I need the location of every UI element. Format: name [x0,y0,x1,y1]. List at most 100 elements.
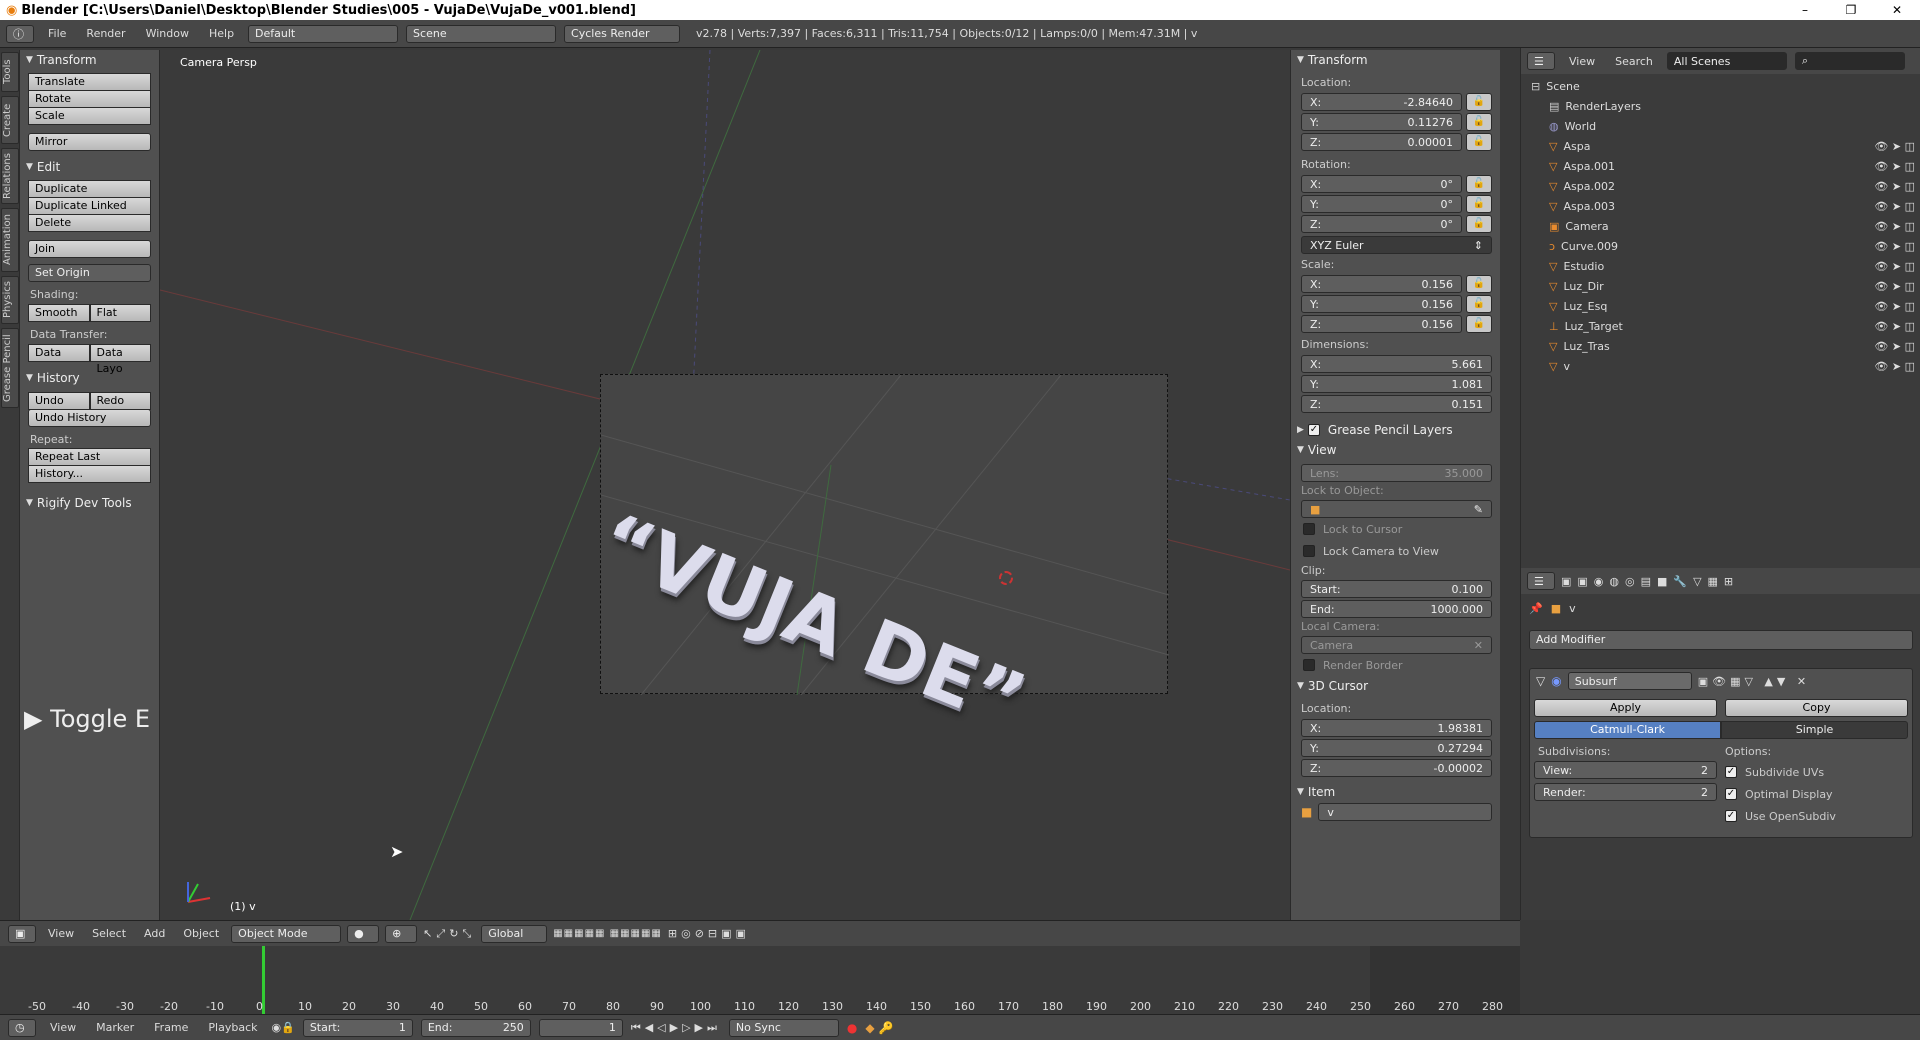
outliner-item-aspa-001[interactable]: ▽ Aspa.001 👁 ➤ ◫ [1521,156,1920,176]
visibility-icons[interactable]: 👁 ➤ ◫ [1874,300,1915,313]
view-subdivisions-field[interactable]: View: 2 [1534,761,1717,779]
editor-type-icon[interactable]: ⓘ [6,24,34,43]
location-z-field[interactable]: Z: 0.00001 [1301,133,1462,151]
duplicate-linked-button[interactable]: Duplicate Linked [28,197,151,215]
cursor-x-field[interactable]: X: 1.98381 [1301,719,1492,737]
outliner-item-renderlayers[interactable]: ▤ RenderLayers [1521,96,1920,116]
clip-start-field[interactable]: Start: 0.100 [1301,580,1492,598]
menu-render[interactable]: Render [80,27,131,40]
outliner-item-luz-dir[interactable]: ▽ Luz_Dir 👁 ➤ ◫ [1521,276,1920,296]
lock-icon[interactable]: 🔓 [1466,295,1492,313]
simple-button[interactable]: Simple [1721,721,1908,739]
outliner-item-luz-tras[interactable]: ▽ Luz_Tras 👁 ➤ ◫ [1521,336,1920,356]
dimensions-x-field[interactable]: X: 5.661 [1301,355,1492,373]
tab-physics[interactable]: Physics [1,276,19,324]
clear-icon[interactable]: ✕ [1474,639,1483,652]
cursor-y-field[interactable]: Y: 0.27294 [1301,739,1492,757]
redo-button[interactable]: Redo [89,392,151,410]
rotate-button[interactable]: Rotate [28,90,151,108]
undo-button[interactable]: Undo [28,392,90,410]
tab-relations[interactable]: Relations [1,148,19,204]
scene-selector[interactable]: Scene [406,24,557,43]
layer-buttons[interactable]: ▦▦▦▦▦ ▦▦▦▦▦ [553,928,662,939]
preview-range-icons[interactable]: ◉🔒 [272,1021,295,1034]
tab-create[interactable]: Create [1,96,19,144]
search-input[interactable]: ⌕ [1794,52,1905,70]
visibility-icons[interactable]: 👁 ➤ ◫ [1874,180,1915,193]
outliner-item-curve-009[interactable]: ↄ Curve.009 👁 ➤ ◫ [1521,236,1920,256]
menu-view[interactable]: View [42,927,80,940]
menu-search[interactable]: Search [1609,55,1659,68]
modifier-name-field[interactable]: Subsurf [1567,672,1692,690]
clip-end-field[interactable]: End: 1000.000 [1301,600,1492,618]
visibility-icons[interactable]: 👁 ➤ ◫ [1874,340,1915,353]
outliner-item-aspa[interactable]: ▽ Aspa 👁 ➤ ◫ [1521,136,1920,156]
outliner-item-camera[interactable]: ▣ Camera 👁 ➤ ◫ [1521,216,1920,236]
panel-rigify-header[interactable]: ▼ Rigify Dev Tools [20,493,159,513]
menu-view[interactable]: View [44,1021,82,1034]
undo-history-button[interactable]: Undo History [28,409,151,427]
end-frame-field[interactable]: End: 250 [420,1018,531,1037]
item-name-field[interactable]: v [1318,803,1492,821]
menu-select[interactable]: Select [86,927,132,940]
lock-to-cursor-checkbox[interactable]: Lock to Cursor [1291,518,1500,540]
tab-animation[interactable]: Animation [1,208,19,272]
current-frame-field[interactable]: 1 [538,1018,623,1037]
shading-dropdown[interactable]: ● [347,924,380,943]
timeline[interactable]: -50 -40 -30 -20 -10 0 10 20 30 40 50 60 … [0,946,1520,1014]
lock-icon[interactable]: 🔓 [1466,175,1492,193]
visibility-icons[interactable]: 👁 ➤ ◫ [1874,360,1915,373]
scale-y-field[interactable]: Y: 0.156 [1301,295,1462,313]
lock-icon[interactable]: 🔓 [1466,195,1492,213]
duplicate-button[interactable]: Duplicate [28,180,151,198]
translate-button[interactable]: Translate [28,73,151,91]
sync-dropdown[interactable]: No Sync [728,1018,839,1037]
rotation-mode-dropdown[interactable]: XYZ Euler ⇕ [1301,236,1492,254]
local-camera-field[interactable]: Camera ✕ [1301,636,1492,654]
panel-grease-pencil-header[interactable]: ▶ ✓ Grease Pencil Layers [1291,420,1500,440]
lock-camera-to-view-checkbox[interactable]: Lock Camera to View [1291,540,1500,562]
lock-icon[interactable]: 🔓 [1466,133,1492,151]
optimal-display-checkbox[interactable]: ✓ Optimal Display [1721,783,1908,805]
keying-icons[interactable]: ◆ 🔑 [865,1021,893,1035]
panel-item-header[interactable]: ▼ Item [1291,782,1500,802]
panel-transform-header[interactable]: ▼ Transform [20,50,159,70]
outliner-item-world[interactable]: ◍ World [1521,116,1920,136]
catmull-clark-button[interactable]: Catmull-Clark [1534,721,1721,739]
menu-add[interactable]: Add [138,927,171,940]
editor-type-icon[interactable]: ☰ [1527,572,1555,590]
lock-to-object-field[interactable]: ■ ✎ [1301,500,1492,518]
location-y-field[interactable]: Y: 0.11276 [1301,113,1462,131]
visibility-icons[interactable]: 👁 ➤ ◫ [1874,200,1915,213]
rotation-x-field[interactable]: X: 0° [1301,175,1462,193]
cursor-z-field[interactable]: Z: -0.00002 [1301,759,1492,777]
tab-tools[interactable]: Tools [1,52,19,92]
panel-3d-cursor-header[interactable]: ▼ 3D Cursor [1291,676,1500,696]
visibility-icons[interactable]: 👁 ➤ ◫ [1874,240,1915,253]
tab-grease-pencil[interactable]: Grease Pencil [1,328,19,408]
menu-frame[interactable]: Frame [148,1021,194,1034]
rotation-z-field[interactable]: Z: 0° [1301,215,1462,233]
collapse-triangle-icon[interactable]: ▽ [1536,674,1545,688]
use-opensubdiv-checkbox[interactable]: ✓ Use OpenSubdiv [1721,805,1908,827]
menu-view[interactable]: View [1563,55,1601,68]
history-button[interactable]: History... [28,465,151,483]
scale-button[interactable]: Scale [28,107,151,125]
add-modifier-dropdown[interactable]: Add Modifier [1529,630,1913,650]
data-layout-button[interactable]: Data Layo [89,344,151,375]
visibility-icons[interactable]: 👁 ➤ ◫ [1874,320,1915,333]
data-button[interactable]: Data [28,344,90,362]
lens-field[interactable]: Lens: 35.000 [1301,464,1492,482]
layout-selector[interactable]: Default [248,24,399,43]
scale-z-field[interactable]: Z: 0.156 [1301,315,1462,333]
visibility-icons[interactable]: 👁 ➤ ◫ [1874,140,1915,153]
location-x-field[interactable]: X: -2.84640 [1301,93,1462,111]
menu-window[interactable]: Window [140,27,195,40]
render-engine-selector[interactable]: Cycles Render [564,24,681,43]
lock-icon[interactable]: 🔓 [1466,93,1492,111]
mirror-button[interactable]: Mirror [28,133,151,151]
outliner-item-luz-target[interactable]: ⊥ Luz_Target 👁 ➤ ◫ [1521,316,1920,336]
maximize-button[interactable]: ❐ [1828,3,1874,17]
outliner-item-v[interactable]: ▽ v 👁 ➤ ◫ [1521,356,1920,376]
menu-object[interactable]: Object [177,927,225,940]
